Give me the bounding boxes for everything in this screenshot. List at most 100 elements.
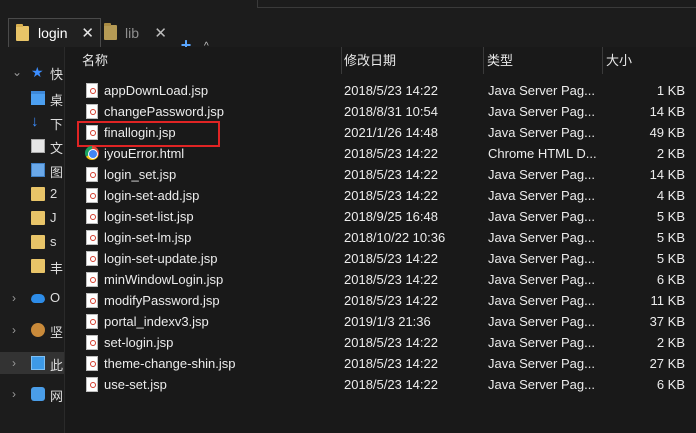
file-type: Java Server Pag... [488,83,595,98]
file-size: 1 KB [656,83,685,98]
nav-item[interactable]: 丰 [0,255,65,277]
file-row[interactable]: set-login.jsp 2018/5/23 14:22 Java Server … [77,332,696,353]
folder-icon [31,187,45,201]
folder-icon [16,23,29,41]
nav-item[interactable]: 桌 [0,87,65,109]
file-name: modifyPassword.jsp [104,293,220,308]
file-size: 14 KB [649,167,685,182]
file-row[interactable]: login-set-add.jsp 2018/5/23 14:22 Java Ser… [77,185,696,206]
nav-item[interactable]: › O [0,287,65,309]
file-size: 49 KB [649,125,685,140]
file-size: 11 KB [650,293,685,308]
file-type: Java Server Pag... [488,125,595,140]
jsp-file-icon [86,188,98,203]
tab-lib[interactable]: lib ✕ [101,18,169,47]
chevron-right-icon[interactable]: › [12,356,16,370]
document-icon [31,139,45,153]
file-size: 6 KB [656,272,685,287]
file-date: 2018/9/25 16:48 [344,209,438,224]
file-name: appDownLoad.jsp [104,83,209,98]
nav-item-label: s [50,234,57,249]
file-date: 2018/5/23 14:22 [344,335,438,350]
jsp-file-icon [86,230,98,245]
nav-item-label: 快 [50,67,64,82]
tab-bar: login ✕ lib ✕ + [0,15,696,54]
file-row[interactable]: login_set.jsp 2018/5/23 14:22 Java Server … [77,164,696,185]
file-row[interactable]: iyouError.html 2018/5/23 14:22 Chrome HTML… [77,143,696,164]
picture-icon [31,163,45,177]
close-icon[interactable]: ✕ [81,24,94,42]
column-header-date[interactable]: 修改日期 [339,47,484,74]
nav-item[interactable]: › 坚 [0,319,65,341]
address-bar-edge[interactable] [257,0,696,8]
file-row[interactable]: login-set-lm.jsp 2018/10/22 10:36 Java Ser… [77,227,696,248]
file-size: 5 KB [656,230,685,245]
file-name: minWindowLogin.jsp [104,272,224,287]
file-row[interactable]: theme-change-shin.jsp 2018/5/23 14:22 Java… [77,353,696,374]
nutstore-icon [31,323,45,337]
network-icon [31,387,45,401]
file-type: Java Server Pag... [488,293,595,308]
chevron-right-icon[interactable]: › [12,387,16,401]
nav-item[interactable]: 图 [0,159,65,181]
file-date: 2018/5/23 14:22 [344,377,438,392]
nav-item-label: 文 [50,141,64,156]
chevron-down-icon[interactable]: ⌄ [12,65,22,79]
jsp-file-icon [86,314,98,329]
file-size: 4 KB [656,188,685,203]
file-name: theme-change-shin.jsp [104,356,236,371]
file-date: 2018/5/23 14:22 [344,167,438,182]
this-pc-icon [31,356,45,370]
nav-item-label: 坚 [50,325,64,340]
file-list: ^ 名称 修改日期 类型 大小 appDownLoad.jsp 2018/5/23… [65,41,696,433]
nav-item[interactable]: ⌄ ★ 快 [0,61,65,83]
file-name: use-set.jsp [104,377,167,392]
jsp-file-icon [86,335,98,350]
file-row[interactable]: appDownLoad.jsp 2018/5/23 14:22 Java Serve… [77,80,696,101]
file-name: login-set-list.jsp [104,209,194,224]
file-row[interactable]: changePassword.jsp 2018/8/31 10:54 Java Se… [77,101,696,122]
tab-login[interactable]: login ✕ [8,18,101,47]
download-icon: ↓ [31,113,39,130]
file-name: portal_indexv3.jsp [104,314,209,329]
file-size: 5 KB [656,209,685,224]
file-row[interactable]: modifyPassword.jsp 2018/5/23 14:22 Java Se… [77,290,696,311]
nav-item[interactable]: ↓ 下 [0,111,65,133]
folder-icon [31,259,45,273]
file-row[interactable]: portal_indexv3.jsp 2019/1/3 21:36 Java Ser… [77,311,696,332]
column-header-type[interactable]: 类型 [482,47,603,74]
file-name: changePassword.jsp [104,104,224,119]
file-size: 27 KB [649,356,685,371]
nav-item-label: 图 [50,165,64,180]
jsp-file-icon [86,104,98,119]
jsp-file-icon [86,167,98,182]
nav-item-label: 丰 [50,261,64,276]
file-row[interactable]: finallogin.jsp 2021/1/26 14:48 Java Server… [77,121,696,147]
file-row[interactable]: minWindowLogin.jsp 2018/5/23 14:22 Java Se… [77,269,696,290]
nav-item[interactable]: 2 [0,183,65,205]
nav-item[interactable]: › 此 [0,352,65,374]
chevron-right-icon[interactable]: › [12,291,16,305]
file-date: 2018/10/22 10:36 [344,230,446,245]
jsp-file-icon [86,377,98,392]
nav-item[interactable]: › 网 [0,383,65,405]
file-size: 2 KB [656,335,685,350]
file-name: login-set-lm.jsp [104,230,192,245]
chrome-html-icon [85,146,99,160]
nav-item[interactable]: J [0,207,65,229]
column-header-name[interactable]: 名称 [77,47,342,74]
star-icon: ★ [31,64,44,80]
file-date: 2018/5/23 14:22 [344,83,438,98]
top-strip [0,0,696,15]
jsp-file-icon [86,83,98,98]
file-date: 2018/8/31 10:54 [344,104,438,119]
nav-item[interactable]: s [0,231,65,253]
file-row[interactable]: login-set-update.jsp 2018/5/23 14:22 Java … [77,248,696,269]
file-row[interactable]: use-set.jsp 2018/5/23 14:22 Java Server Pa… [77,374,696,395]
file-row[interactable]: login-set-list.jsp 2018/9/25 16:48 Java Se… [77,206,696,227]
chevron-right-icon[interactable]: › [12,323,16,337]
nav-item[interactable]: 文 [0,135,65,157]
close-icon[interactable]: ✕ [154,24,167,42]
nav-item-label: 桌 [50,93,64,108]
column-header-size[interactable]: 大小 [601,47,696,74]
